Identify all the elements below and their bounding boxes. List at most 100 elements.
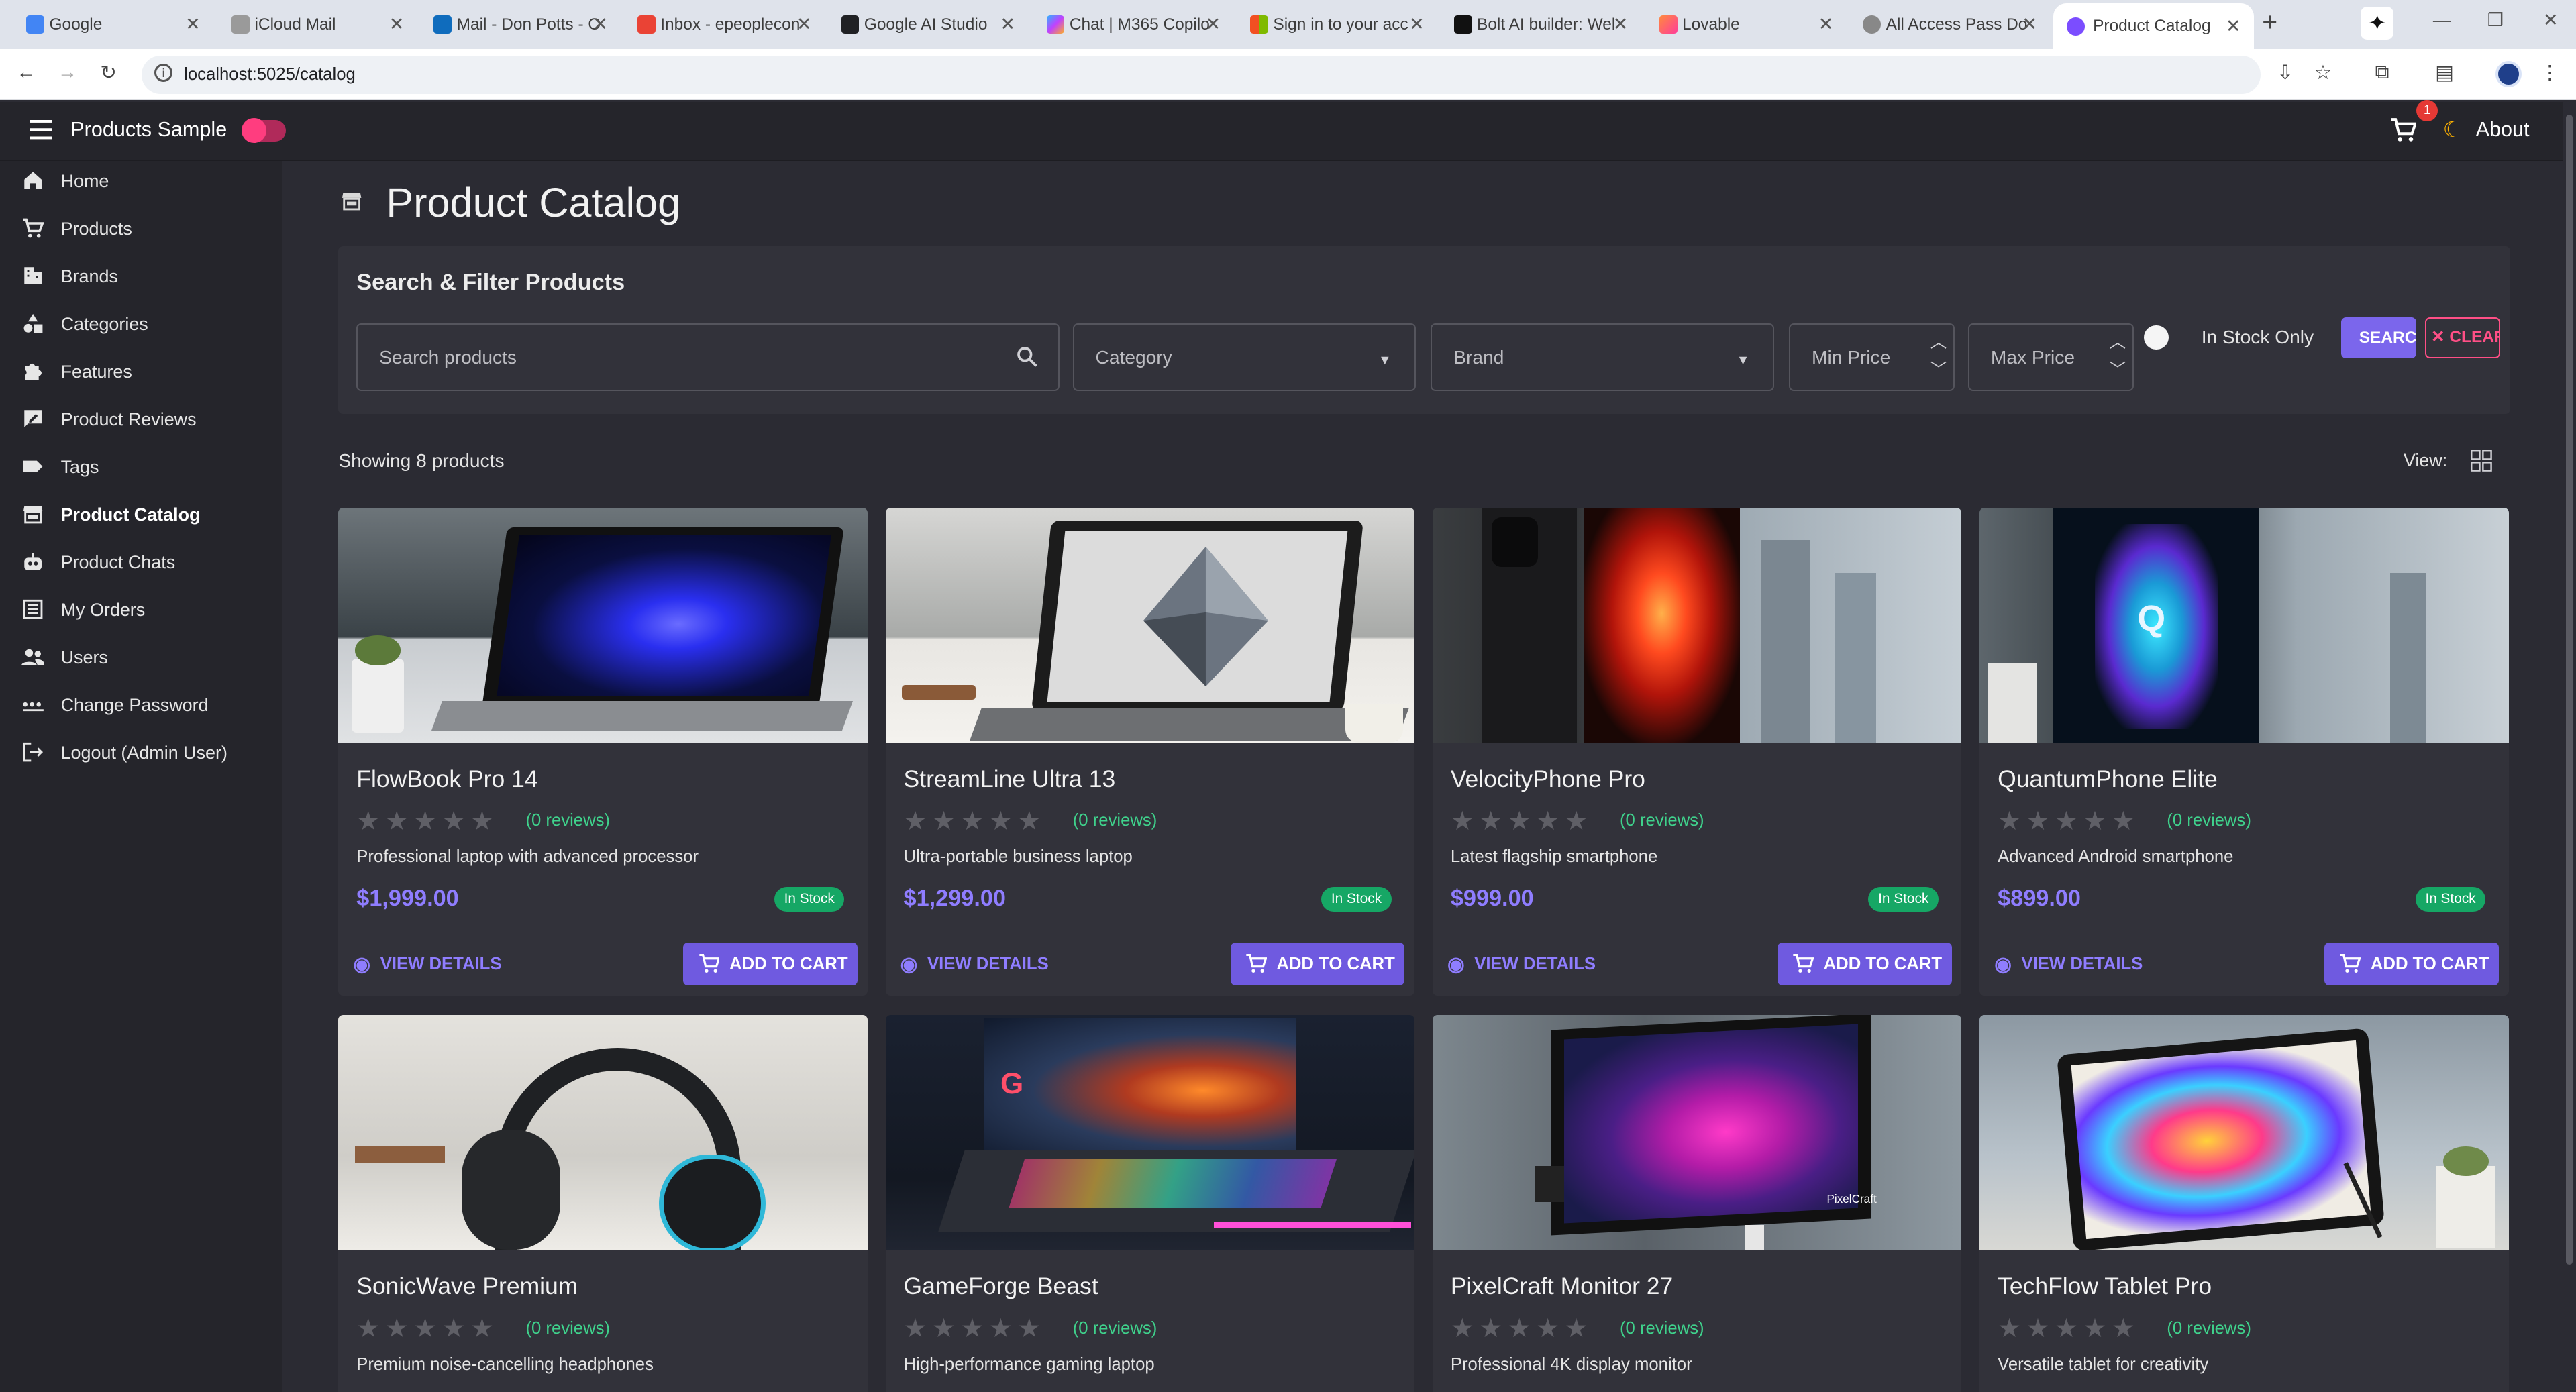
- browser-menu-icon[interactable]: ⋮: [2536, 61, 2563, 85]
- product-name[interactable]: FlowBook Pro 14: [356, 765, 537, 793]
- close-tab-icon[interactable]: ✕: [1818, 14, 1834, 35]
- browser-tab-bolt[interactable]: Bolt AI builder: Wel ✕: [1453, 5, 1629, 44]
- browser-tab-outlook[interactable]: Mail - Don Potts - O ✕: [433, 5, 608, 44]
- sidebar-item-product-chats[interactable]: Product Chats: [0, 543, 282, 580]
- sidebar-item-change-password[interactable]: Change Password: [0, 686, 282, 722]
- profile-avatar[interactable]: [2495, 60, 2522, 87]
- extensions-icon[interactable]: ⧉: [2369, 61, 2395, 84]
- product-image[interactable]: [885, 507, 1414, 743]
- shapes-icon: [23, 313, 43, 333]
- gemini-sparkle-icon[interactable]: ✦: [2361, 6, 2394, 40]
- product-image[interactable]: [1979, 1015, 2509, 1250]
- sidebar-item-brands[interactable]: Brands: [0, 258, 282, 294]
- browser-tab-all-access[interactable]: All Access Pass Do ✕: [1863, 5, 2037, 44]
- sidebar-item-features[interactable]: Features: [0, 353, 282, 389]
- sidebar-item-home[interactable]: Home: [0, 162, 282, 199]
- close-tab-icon[interactable]: ✕: [2022, 14, 2037, 35]
- theme-toggle[interactable]: [241, 118, 286, 143]
- search-input[interactable]: Search products: [356, 323, 1060, 391]
- search-icon[interactable]: [1015, 345, 1038, 368]
- menu-icon[interactable]: [30, 119, 53, 140]
- sidebar-item-logout[interactable]: Logout (Admin User): [0, 734, 282, 770]
- close-tab-icon[interactable]: ✕: [593, 14, 608, 35]
- product-image[interactable]: [1432, 507, 1962, 743]
- in-stock-switch[interactable]: [2144, 325, 2169, 350]
- sidebar-item-users[interactable]: Users: [0, 639, 282, 675]
- brand-select[interactable]: Brand: [1431, 323, 1775, 391]
- review-count[interactable]: (0 reviews): [1620, 1319, 1704, 1338]
- browser-tab-lovable[interactable]: Lovable ✕: [1659, 5, 1834, 44]
- product-name[interactable]: StreamLine Ultra 13: [904, 765, 1116, 793]
- review-count[interactable]: (0 reviews): [2167, 1319, 2251, 1338]
- close-tab-icon[interactable]: ✕: [1409, 14, 1425, 35]
- clear-button[interactable]: ✕ CLEAR: [2424, 317, 2501, 358]
- close-tab-icon[interactable]: ✕: [1206, 14, 1221, 35]
- add-to-cart-button[interactable]: ADD TO CART: [683, 943, 858, 985]
- review-count[interactable]: (0 reviews): [1073, 1319, 1157, 1338]
- about-link[interactable]: About: [2476, 118, 2530, 142]
- product-image[interactable]: G: [885, 1015, 1414, 1250]
- sidebar-item-categories[interactable]: Categories: [0, 305, 282, 341]
- add-to-cart-button[interactable]: ADD TO CART: [1230, 943, 1405, 985]
- forward-icon[interactable]: →: [54, 61, 81, 84]
- review-count[interactable]: (0 reviews): [525, 1319, 610, 1338]
- view-details-button[interactable]: ◉ VIEW DETAILS: [1994, 951, 2143, 977]
- view-details-button[interactable]: ◉ VIEW DETAILS: [1447, 951, 1596, 977]
- browser-tab-google[interactable]: Google ✕: [26, 5, 201, 44]
- browser-tab-microsoft[interactable]: Sign in to your acc ✕: [1250, 5, 1425, 44]
- sidebar-item-product-catalog[interactable]: Product Catalog: [0, 496, 282, 532]
- product-name[interactable]: TechFlow Tablet Pro: [1998, 1273, 2212, 1300]
- product-image[interactable]: [338, 1015, 868, 1250]
- browser-tab-ai-studio[interactable]: Google AI Studio ✕: [841, 5, 1015, 44]
- product-image[interactable]: Q: [1979, 507, 2509, 743]
- product-name[interactable]: VelocityPhone Pro: [1451, 765, 1645, 793]
- site-info-icon[interactable]: i: [154, 64, 173, 83]
- back-icon[interactable]: ←: [13, 61, 40, 84]
- sidepanel-icon[interactable]: ▤: [2431, 61, 2457, 85]
- product-name[interactable]: PixelCraft Monitor 27: [1451, 1273, 1673, 1300]
- reload-icon[interactable]: ↻: [95, 61, 121, 85]
- browser-tab-icloud[interactable]: iCloud Mail ✕: [231, 5, 404, 44]
- product-name[interactable]: SonicWave Premium: [356, 1273, 578, 1300]
- close-tab-icon[interactable]: ✕: [389, 14, 405, 35]
- view-details-button[interactable]: ◉ VIEW DETAILS: [353, 951, 501, 977]
- close-tab-icon[interactable]: ✕: [2226, 16, 2241, 37]
- minimize-icon[interactable]: —: [2433, 10, 2451, 31]
- browser-tab-copilot[interactable]: Chat | M365 Copilo ✕: [1046, 5, 1221, 44]
- category-select[interactable]: Category: [1072, 323, 1416, 391]
- sidebar-item-product-reviews[interactable]: Product Reviews: [0, 400, 282, 437]
- review-count[interactable]: (0 reviews): [2167, 811, 2251, 831]
- close-tab-icon[interactable]: ✕: [185, 14, 201, 35]
- scrollbar-thumb[interactable]: [2566, 115, 2573, 1265]
- browser-tab-gmail[interactable]: Inbox - epeoplecon ✕: [637, 5, 812, 44]
- bookmark-star-icon[interactable]: ☆: [2310, 61, 2336, 85]
- close-tab-icon[interactable]: ✕: [796, 14, 812, 35]
- product-image[interactable]: PixelCraft: [1432, 1015, 1962, 1250]
- sidebar-item-my-orders[interactable]: My Orders: [0, 591, 282, 627]
- product-image[interactable]: [338, 507, 868, 743]
- add-to-cart-button[interactable]: ADD TO CART: [1778, 943, 1952, 985]
- new-tab-icon[interactable]: +: [2262, 8, 2277, 38]
- grid-view-icon[interactable]: [2471, 449, 2493, 472]
- view-details-button[interactable]: ◉ VIEW DETAILS: [900, 951, 1049, 977]
- min-price-stepper[interactable]: ︿ ﹀: [1930, 329, 1947, 384]
- sidebar-item-products[interactable]: Products: [0, 210, 282, 246]
- dark-mode-moon-icon[interactable]: ☾: [2443, 117, 2463, 142]
- browser-tab-product-catalog[interactable]: Product Catalog ✕: [2053, 3, 2255, 50]
- review-count[interactable]: (0 reviews): [1073, 811, 1157, 831]
- sidebar-item-tags[interactable]: Tags: [0, 448, 282, 484]
- window-close-icon[interactable]: ✕: [2543, 10, 2559, 31]
- add-to-cart-button[interactable]: ADD TO CART: [2324, 943, 2499, 985]
- product-name[interactable]: QuantumPhone Elite: [1998, 765, 2218, 793]
- review-count[interactable]: (0 reviews): [1620, 811, 1704, 831]
- shopping-cart-icon[interactable]: [2390, 118, 2417, 143]
- restore-icon[interactable]: ❐: [2487, 10, 2504, 31]
- max-price-stepper[interactable]: ︿ ﹀: [2110, 329, 2126, 384]
- search-button[interactable]: SEARCH: [2340, 317, 2417, 358]
- product-name[interactable]: GameForge Beast: [904, 1273, 1098, 1300]
- close-tab-icon[interactable]: ✕: [1613, 14, 1629, 35]
- review-count[interactable]: (0 reviews): [525, 811, 610, 831]
- install-app-icon[interactable]: ⇩: [2272, 61, 2298, 85]
- close-tab-icon[interactable]: ✕: [1000, 14, 1015, 35]
- address-bar[interactable]: i localhost:5025/catalog: [141, 56, 2261, 94]
